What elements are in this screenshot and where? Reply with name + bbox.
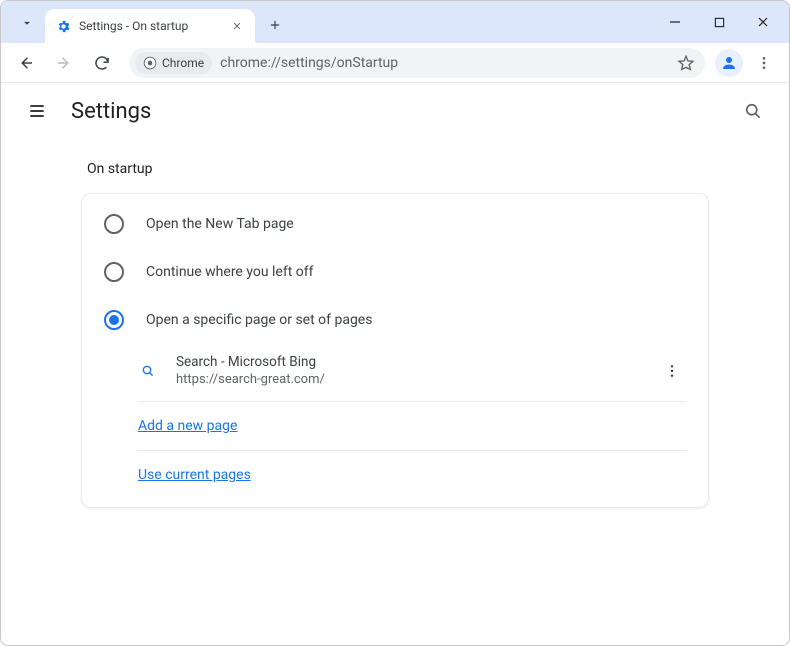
back-button[interactable] — [9, 46, 43, 80]
browser-toolbar: Chrome chrome://settings/onStartup — [1, 43, 789, 83]
omnibox[interactable]: Chrome chrome://settings/onStartup — [129, 48, 705, 78]
startup-page-title: Search - Microsoft Bing — [176, 354, 640, 370]
settings-header: Settings — [1, 83, 789, 139]
browser-tab[interactable]: Settings - On startup — [45, 9, 255, 43]
forward-button[interactable] — [47, 46, 81, 80]
arrow-right-icon — [55, 54, 73, 72]
site-chip-label: Chrome — [162, 56, 204, 70]
page-title: Settings — [71, 99, 151, 124]
plus-icon — [268, 18, 282, 32]
startup-page-url: https://search-great.com/ — [176, 372, 640, 387]
window-controls — [653, 1, 785, 43]
section-title: On startup — [87, 161, 709, 177]
window-maximize-button[interactable] — [697, 6, 741, 38]
radio-label: Open a specific page or set of pages — [146, 312, 372, 328]
arrow-left-icon — [17, 54, 35, 72]
reload-button[interactable] — [85, 46, 119, 80]
radio-icon — [104, 262, 124, 282]
new-tab-button[interactable] — [261, 11, 289, 39]
window-minimize-button[interactable] — [653, 6, 697, 38]
maximize-icon — [714, 17, 725, 28]
hamburger-icon — [27, 101, 47, 121]
site-info-chip[interactable]: Chrome — [135, 52, 212, 74]
tab-close-button[interactable] — [229, 18, 245, 34]
kebab-icon — [756, 55, 772, 71]
divider — [138, 401, 686, 402]
startup-page-menu-button[interactable] — [658, 357, 686, 385]
kebab-icon — [664, 363, 680, 379]
radio-label: Open the New Tab page — [146, 216, 294, 232]
radio-continue[interactable]: Continue where you left off — [82, 248, 708, 296]
tab-title: Settings - On startup — [79, 19, 221, 33]
close-icon — [232, 21, 242, 31]
bookmark-button[interactable] — [677, 54, 695, 72]
omnibox-url: chrome://settings/onStartup — [220, 55, 669, 71]
radio-open-specific[interactable]: Open a specific page or set of pages — [82, 296, 708, 344]
window-close-button[interactable] — [741, 6, 785, 38]
settings-search-button[interactable] — [735, 93, 771, 129]
search-icon — [743, 101, 763, 121]
chevron-down-icon — [20, 16, 34, 30]
search-icon — [138, 363, 158, 379]
settings-gear-icon — [55, 18, 71, 34]
tab-search-dropdown[interactable] — [13, 9, 41, 37]
radio-label: Continue where you left off — [146, 264, 314, 280]
chrome-logo-icon — [143, 56, 157, 70]
settings-content: On startup Open the New Tab page Continu… — [1, 139, 789, 645]
startup-page-row: Search - Microsoft Bing https://search-g… — [138, 344, 686, 397]
add-new-page-row: Add a new page — [138, 406, 686, 446]
add-new-page-link[interactable]: Add a new page — [138, 418, 237, 434]
radio-open-new-tab[interactable]: Open the New Tab page — [82, 200, 708, 248]
use-current-pages-row: Use current pages — [138, 455, 686, 495]
profile-button[interactable] — [715, 49, 743, 77]
divider — [138, 450, 686, 451]
radio-icon — [104, 310, 124, 330]
star-icon — [677, 54, 695, 72]
minimize-icon — [669, 16, 681, 28]
reload-icon — [93, 54, 111, 72]
person-icon — [720, 54, 738, 72]
radio-icon — [104, 214, 124, 234]
use-current-pages-link[interactable]: Use current pages — [138, 467, 251, 483]
hamburger-menu-button[interactable] — [19, 93, 55, 129]
close-icon — [757, 16, 769, 28]
browser-menu-button[interactable] — [747, 46, 781, 80]
titlebar: Settings - On startup — [1, 1, 789, 43]
on-startup-card: Open the New Tab page Continue where you… — [81, 193, 709, 508]
